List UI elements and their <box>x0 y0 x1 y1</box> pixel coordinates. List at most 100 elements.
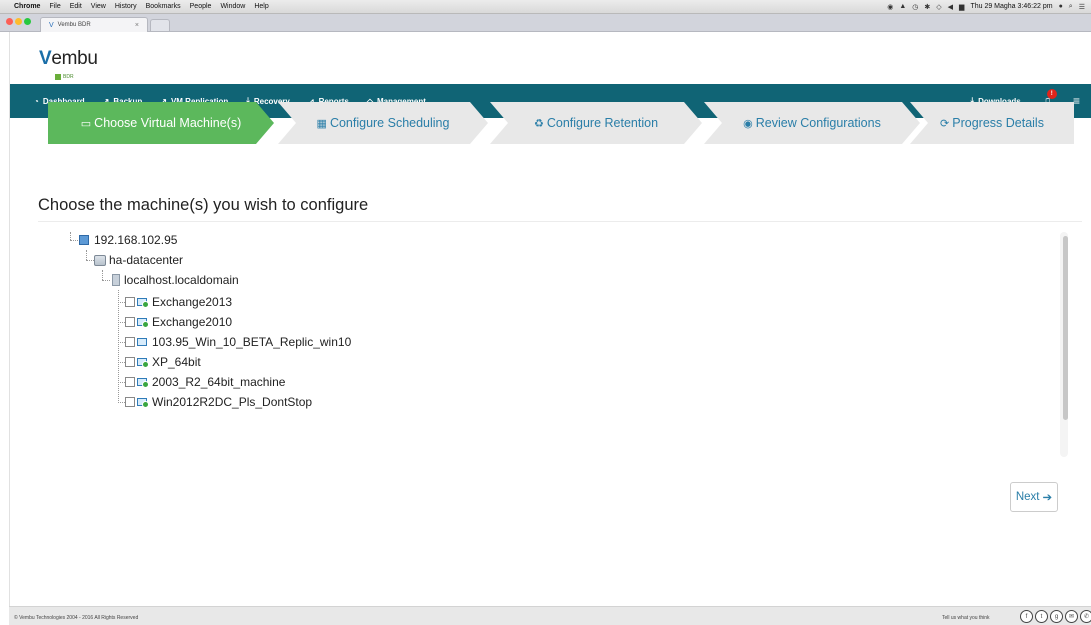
next-button[interactable]: Next ➔ <box>1010 482 1058 512</box>
datacenter-icon <box>94 254 106 266</box>
vm-powered-on-icon <box>137 377 149 388</box>
tree-line <box>118 322 125 323</box>
tab-close-icon[interactable]: × <box>135 22 139 29</box>
wizard-steps: ▭ Choose Virtual Machine(s) ▦ Configure Sc… <box>38 102 1074 144</box>
vm-checkbox[interactable] <box>125 377 135 387</box>
step-progress-details[interactable]: ⟳ Progress Details <box>910 102 1074 144</box>
spotlight-icon[interactable]: ⌕ <box>1069 3 1073 11</box>
bdr-logo-badge: BDR <box>55 74 74 80</box>
phone-icon[interactable]: ✆ <box>1080 610 1091 623</box>
wifi-icon[interactable]: ◇ <box>936 3 941 11</box>
vm-checkbox[interactable] <box>125 297 135 307</box>
title-divider <box>38 221 1082 222</box>
menu-bookmarks[interactable]: Bookmarks <box>146 3 181 10</box>
vm-powered-on-icon <box>137 397 149 408</box>
footer: © Vembu Technologies 2004 - 2016 All Rig… <box>9 606 1091 625</box>
menu-help[interactable]: Help <box>254 3 268 10</box>
facebook-icon[interactable]: f <box>1020 610 1033 623</box>
volume-icon[interactable]: ◀ <box>948 3 953 11</box>
flag-icon[interactable]: ▆ <box>959 3 964 11</box>
server-label: 192.168.102.95 <box>94 233 178 247</box>
tree-line <box>118 382 125 383</box>
vm-label: Win2012R2DC_Pls_DontStop <box>152 395 313 409</box>
browser-tab-title: Vembu BDR <box>57 22 91 28</box>
tree-line <box>86 250 87 260</box>
calendar-icon: ▦ <box>316 117 327 130</box>
zoom-window-button[interactable] <box>24 18 31 25</box>
vm-checkbox[interactable] <box>125 397 135 407</box>
vm-checkbox[interactable] <box>125 337 135 347</box>
notification-center-icon[interactable]: ☰ <box>1079 3 1085 11</box>
tree-node-vm[interactable]: Win2012R2DC_Pls_DontStop <box>125 392 312 412</box>
vembu-favicon-icon: V <box>49 21 54 29</box>
bluetooth-icon[interactable]: ✱ <box>924 3 930 11</box>
tree-node-vm[interactable]: Exchange2010 <box>125 312 232 332</box>
refresh-icon: ⟳ <box>940 117 950 130</box>
tree-node-vm[interactable]: 103.95_Win_10_BETA_Replic_win10 <box>125 332 351 352</box>
vm-label: Exchange2010 <box>152 315 233 329</box>
status-icon[interactable]: ◉ <box>887 3 893 11</box>
tree-line <box>118 290 119 403</box>
minimize-window-button[interactable] <box>15 18 22 25</box>
host-label: localhost.localdomain <box>124 273 239 287</box>
tree-line <box>118 302 125 303</box>
tree-node-vm[interactable]: 2003_R2_64bit_machine <box>125 372 285 392</box>
vm-powered-on-icon <box>137 357 149 368</box>
mac-menubar: Chrome File Edit View History Bookmarks … <box>0 0 1091 14</box>
browser-tab[interactable]: V Vembu BDR × <box>40 17 148 32</box>
tree-line <box>118 402 125 403</box>
menu-view[interactable]: View <box>91 3 106 10</box>
menu-file[interactable]: File <box>49 3 60 10</box>
tree-node-datacenter[interactable]: ha-datacenter <box>94 250 183 270</box>
google-plus-icon[interactable]: g <box>1050 610 1063 623</box>
tree-scrollbar-thumb[interactable] <box>1063 236 1068 420</box>
vcenter-server-icon <box>78 234 90 246</box>
tree-line <box>118 342 125 343</box>
step-configure-scheduling[interactable]: ▦ Configure Scheduling <box>278 102 488 144</box>
vm-label: XP_64bit <box>152 355 201 369</box>
menu-chrome[interactable]: Chrome <box>14 3 40 10</box>
drive-icon[interactable]: ▲ <box>899 3 906 10</box>
arrow-right-icon: ➔ <box>1042 492 1053 504</box>
header: Vembu BDR <box>10 32 1091 84</box>
menubar-clock[interactable]: Thu 29 Magha 3:46:22 pm <box>970 3 1052 10</box>
feedback-text: Tell us what you think <box>942 615 990 621</box>
vm-label: Exchange2013 <box>152 295 233 309</box>
vm-checkbox[interactable] <box>125 357 135 367</box>
tree-line <box>118 362 125 363</box>
vm-powered-on-icon <box>137 317 149 328</box>
tree-line <box>70 240 78 241</box>
vm-powered-on-icon <box>137 297 149 308</box>
email-icon[interactable]: ✉ <box>1065 610 1078 623</box>
page-title: Choose the machine(s) you wish to config… <box>38 196 369 214</box>
hamburger-menu-icon[interactable]: ≡ <box>1073 94 1080 108</box>
time-machine-icon[interactable]: ◷ <box>912 3 918 11</box>
notification-badge: ! <box>1046 89 1057 99</box>
user-icon[interactable]: ● <box>1059 3 1063 10</box>
tree-node-vm[interactable]: XP_64bit <box>125 352 201 372</box>
tree-node-host[interactable]: localhost.localdomain <box>110 270 239 290</box>
host-icon <box>110 274 121 286</box>
vm-checkbox[interactable] <box>125 317 135 327</box>
menu-history[interactable]: History <box>115 3 137 10</box>
vm-tree: 192.168.102.95 ha-datacenter localhost.l… <box>64 230 1064 460</box>
step-choose-vm[interactable]: ▭ Choose Virtual Machine(s) <box>48 102 274 144</box>
vembu-logo[interactable]: Vembu <box>39 48 98 70</box>
monitor-icon: ▭ <box>80 117 92 130</box>
close-window-button[interactable] <box>6 18 13 25</box>
tree-node-vm[interactable]: Exchange2013 <box>125 292 232 312</box>
step-review-configurations[interactable]: ◉ Review Configurations <box>704 102 920 144</box>
tree-line <box>102 270 103 280</box>
eye-icon: ◉ <box>743 117 753 130</box>
datacenter-label: ha-datacenter <box>109 253 184 267</box>
vm-powered-off-icon <box>137 337 149 348</box>
menu-people[interactable]: People <box>190 3 212 10</box>
tree-node-server[interactable]: 192.168.102.95 <box>78 230 177 250</box>
step-configure-retention[interactable]: ♻ Configure Retention <box>490 102 702 144</box>
menubar-status-area: ◉ ▲ ◷ ✱ ◇ ◀ ▆ Thu 29 Magha 3:46:22 pm ● … <box>887 3 1085 11</box>
twitter-icon[interactable]: t <box>1035 610 1048 623</box>
new-tab-button[interactable] <box>150 19 170 31</box>
menu-edit[interactable]: Edit <box>70 3 82 10</box>
tree-line <box>70 232 71 240</box>
menu-window[interactable]: Window <box>220 3 245 10</box>
